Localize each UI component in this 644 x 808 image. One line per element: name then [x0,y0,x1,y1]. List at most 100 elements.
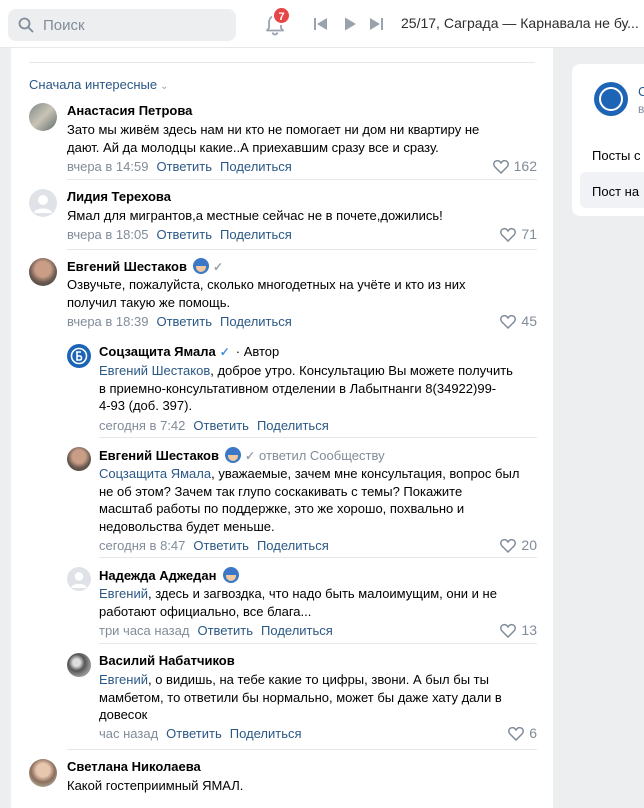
comment-time[interactable]: три часа назад [99,623,189,638]
reply-button[interactable]: Ответить [197,623,253,638]
comment-author[interactable]: Светлана Николаева [67,759,201,774]
mention-link[interactable]: Евгений Шестаков [99,363,210,378]
play-icon[interactable] [342,16,358,32]
avatar[interactable] [29,103,57,131]
like-button[interactable]: 20 [500,537,537,554]
divider [29,62,535,63]
like-count: 162 [513,158,537,174]
divider [99,437,537,438]
next-track-icon[interactable] [368,16,384,32]
share-button[interactable]: Поделиться [220,159,292,174]
avatar[interactable] [29,258,57,286]
mention-link[interactable]: Евгений [99,586,148,601]
verified-icon: ✓ [219,345,230,359]
comment-time[interactable]: вчера в 14:59 [67,159,148,174]
text-span: , доброе утро. Консультацию Вы можете по… [210,363,513,378]
reply: Надежда Аджедан Евгений, здесь и загвозд… [67,567,537,641]
community-logo[interactable] [594,82,628,116]
comment-text-line: масштаб работы по поддержке, это же хоро… [99,501,465,516]
community-avatar[interactable] [67,344,91,368]
avatar[interactable] [67,567,91,591]
comment-author[interactable]: Соцзащита Ямала ✓ · Автор [99,344,279,359]
comment-author[interactable]: Василий Набатчиков [99,653,235,668]
comment-text-line: 4-93 (доб. 397). [99,398,193,413]
reply-button[interactable]: Ответить [193,538,249,553]
mention-link[interactable]: Соцзащита Ямала [99,466,211,481]
like-button[interactable]: 13 [500,622,537,639]
avatar[interactable] [29,189,57,217]
user-placeholder-icon [71,572,87,588]
divider [99,557,537,558]
previous-track-icon[interactable] [313,16,329,32]
comment-time[interactable]: сегодня в 7:42 [99,418,185,433]
comment-text-line: Ямал для мигрантов,а местные сейчас не в… [67,208,443,223]
share-button[interactable]: Поделиться [261,623,333,638]
community-side-card: С в Посты с Пост на [572,64,644,216]
menu-post[interactable]: Пост на [592,184,639,199]
now-playing-track[interactable]: 25/17, Саграда — Карнавала не бу... [401,15,644,31]
comment-text-line: Евгений, о видишь, на тебе какие то цифр… [99,671,537,689]
like-button[interactable]: 6 [508,725,537,742]
comment-author[interactable]: Анастасия Петрова [67,103,192,118]
comment-text: Евгений, о видишь, на тебе какие то цифр… [99,671,537,724]
community-name[interactable]: С [638,84,644,99]
share-button[interactable]: Поделиться [220,314,292,329]
heart-icon [500,538,517,554]
search-placeholder: Поиск [43,17,85,34]
share-button[interactable]: Поделиться [257,538,329,553]
comment-text-line: дают. Ай да молодцы какие..А приехавшим … [67,139,439,155]
like-button[interactable]: 45 [500,313,537,330]
comment-author[interactable]: Евгений Шестаков ✓ [67,258,223,274]
notification-badge: 7 [272,6,291,25]
status-emoji-icon [192,258,209,274]
like-count: 71 [521,226,537,242]
share-button[interactable]: Поделиться [257,418,329,433]
heart-icon [500,227,517,243]
comment-author[interactable]: Лидия Терехова [67,189,171,204]
menu-posts[interactable]: Посты с [592,148,640,163]
like-button[interactable]: 162 [492,158,537,175]
divider [67,179,537,180]
comment-text-line: работают официально, все блага... [99,603,312,619]
comment-text-line: довесок [99,707,148,722]
share-button[interactable]: Поделиться [230,726,302,741]
avatar[interactable] [29,759,57,787]
divider [67,749,537,750]
comment-text-line: Соцзащита Ямала, уважаемые, зачем мне ко… [99,465,537,483]
reply-button[interactable]: Ответить [166,726,222,741]
community-sub: в [638,102,644,116]
comment-text: Евгений, здесь и загвоздка, что надо быт… [99,585,537,620]
sort-dropdown[interactable]: Сначала интересные ⌄ [29,77,169,92]
search-input[interactable]: Поиск [8,9,236,41]
comment-author[interactable]: Надежда Аджедан [99,567,239,583]
reply: Евгений Шестаков ✓ ответил Сообществу Соцз… [67,447,537,555]
reply-button[interactable]: Ответить [193,418,249,433]
comment-time[interactable]: вчера в 18:05 [67,227,148,242]
reply-button[interactable]: Ответить [156,314,212,329]
comment-time[interactable]: вчера в 18:39 [67,314,148,329]
author-name: Соцзащита Ямала [99,344,216,359]
avatar[interactable] [67,447,91,471]
heart-icon [508,726,525,742]
share-button[interactable]: Поделиться [220,227,292,242]
reply-button[interactable]: Ответить [156,159,212,174]
author-name: Евгений Шестаков [99,448,219,463]
mention-link[interactable]: Евгений [99,672,148,687]
like-count: 45 [521,313,537,329]
top-bar: Поиск 7 25/17, Саграда — Карнавала не бу… [0,0,644,48]
comment-time[interactable]: сегодня в 8:47 [99,538,185,553]
comment-time[interactable]: час назад [99,726,158,741]
chevron-down-icon: ⌄ [160,81,169,92]
comment-author[interactable]: Евгений Шестаков ✓ ответил Сообществу [99,447,385,463]
comment-text-line: Озвучьте, пожалуйста, сколько многодетны… [67,277,466,292]
comment-text-line: Евгений, здесь и загвоздка, что надо быт… [99,585,537,603]
text-span: , здесь и загвоздка, что надо быть малои… [147,586,497,601]
comment-text: Соцзащита Ямала, уважаемые, зачем мне ко… [99,465,537,535]
like-count: 13 [521,622,537,638]
reply-button[interactable]: Ответить [156,227,212,242]
like-button[interactable]: 71 [500,226,537,243]
community-logo-icon [70,347,88,365]
comment-text-line: недовольства будет меньше. [99,518,275,534]
avatar[interactable] [67,653,91,677]
heart-icon [492,159,509,175]
